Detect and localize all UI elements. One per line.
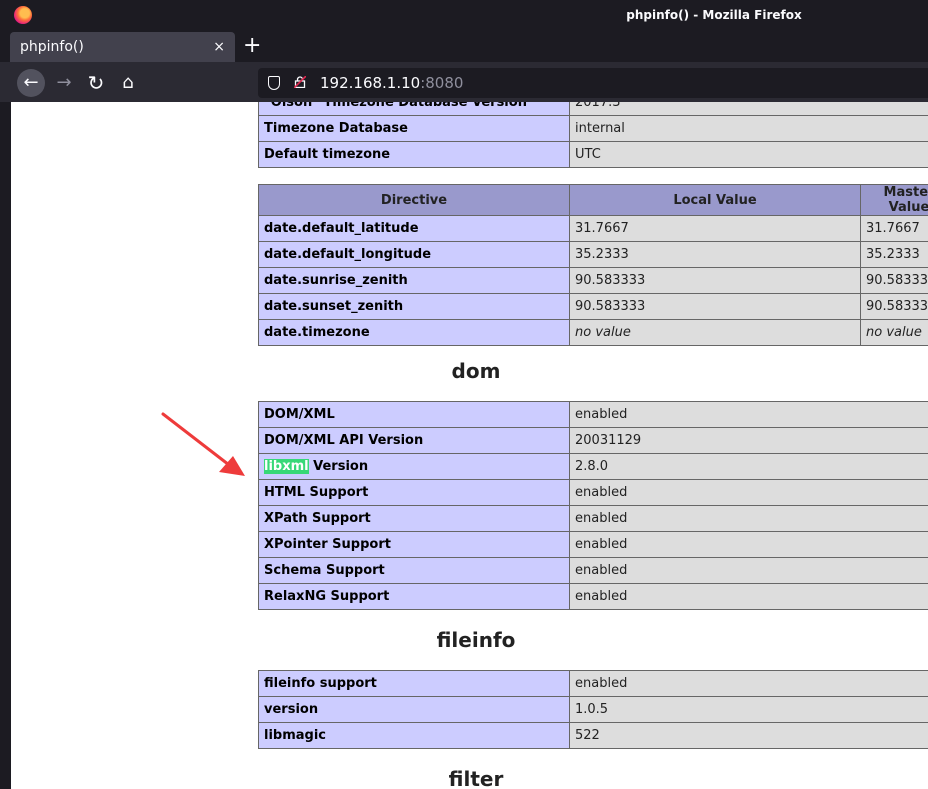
directive-name: date.default_longitude: [258, 241, 570, 268]
date-info-table: "Olson" Timezone Database Version 2017.3 …: [258, 102, 928, 168]
row-value: enabled: [569, 557, 928, 584]
row-key: XPath Support: [258, 505, 570, 532]
row-key: Schema Support: [258, 557, 570, 584]
table-row: date.default_latitude 31.7667 31.7667: [258, 215, 928, 242]
row-value: enabled: [569, 505, 928, 532]
new-tab-button[interactable]: +: [243, 32, 261, 60]
close-icon[interactable]: ×: [213, 32, 225, 62]
directive-name: date.timezone: [258, 319, 570, 346]
local-value: 90.583333: [569, 267, 861, 294]
table-row: libxml Version 2.8.0: [258, 453, 928, 480]
table-row: Schema Support enabled: [258, 557, 928, 584]
master-value: 31.7667: [860, 215, 928, 242]
search-highlight: libxml: [264, 459, 309, 474]
table-row: Timezone Database internal: [258, 115, 928, 142]
table-row: date.default_longitude 35.2333 35.2333: [258, 241, 928, 268]
reload-button[interactable]: ↻: [82, 69, 110, 97]
row-key: "Olson" Timezone Database Version: [258, 102, 570, 116]
row-key: RelaxNG Support: [258, 583, 570, 610]
table-row: DOM/XML API Version 20031129: [258, 427, 928, 454]
insecure-lock-icon[interactable]: [294, 76, 306, 88]
table-row: RelaxNG Support enabled: [258, 583, 928, 610]
row-value: enabled: [569, 479, 928, 506]
tracking-shield-icon[interactable]: [268, 76, 280, 90]
section-heading-fileinfo: fileinfo: [436, 628, 516, 652]
row-value: 522: [569, 722, 928, 749]
row-value: internal: [569, 115, 928, 142]
row-key: HTML Support: [258, 479, 570, 506]
directive-name: date.default_latitude: [258, 215, 570, 242]
red-arrow-annotation: [161, 412, 245, 476]
row-key: Timezone Database: [258, 115, 570, 142]
title-bar: phpinfo() - Mozilla Firefox: [0, 0, 928, 30]
table-row: date.timezone no value no value: [258, 319, 928, 346]
forward-button[interactable]: →: [50, 69, 78, 97]
table-row: HTML Support enabled: [258, 479, 928, 506]
local-value: 90.583333: [569, 293, 861, 320]
directive-name: date.sunset_zenith: [258, 293, 570, 320]
left-sidebar-edge: [0, 102, 11, 789]
section-heading-filter: filter: [448, 767, 504, 789]
column-header: Local Value: [569, 184, 861, 216]
date-directives-table: Directive Local Value Master Value date.…: [258, 184, 928, 346]
row-key: Default timezone: [258, 141, 570, 168]
navigation-toolbar: ← → ↻ ⌂ 192.168.1.10:8080: [0, 62, 928, 102]
section-heading-dom: dom: [451, 359, 501, 383]
row-key: DOM/XML: [258, 401, 570, 428]
row-value: enabled: [569, 583, 928, 610]
directive-name: date.sunrise_zenith: [258, 267, 570, 294]
row-value: UTC: [569, 141, 928, 168]
master-value: 90.583333: [860, 293, 928, 320]
row-value: 2017.3: [569, 102, 928, 116]
local-value: no value: [569, 319, 861, 346]
row-key: fileinfo support: [258, 670, 570, 697]
row-value: 1.0.5: [569, 696, 928, 723]
tab-strip: phpinfo() × +: [0, 30, 928, 62]
local-value: 31.7667: [569, 215, 861, 242]
table-header-row: Directive Local Value Master Value: [258, 184, 928, 216]
home-button[interactable]: ⌂: [114, 69, 142, 97]
url-text: 192.168.1.10:8080: [320, 68, 463, 98]
master-value: 90.583333: [860, 267, 928, 294]
url-port: :8080: [420, 74, 464, 92]
row-key: libmagic: [258, 722, 570, 749]
row-key: XPointer Support: [258, 531, 570, 558]
column-header: Master Value: [860, 184, 928, 216]
fileinfo-table: fileinfo support enabled version 1.0.5 lib…: [258, 670, 928, 749]
local-value: 35.2333: [569, 241, 861, 268]
address-bar[interactable]: 192.168.1.10:8080: [258, 68, 928, 98]
row-value: enabled: [569, 531, 928, 558]
table-row: DOM/XML enabled: [258, 401, 928, 428]
table-row: fileinfo support enabled: [258, 670, 928, 697]
tab-phpinfo[interactable]: phpinfo() ×: [10, 32, 235, 62]
master-value: no value: [860, 319, 928, 346]
table-row: XPath Support enabled: [258, 505, 928, 532]
table-row: date.sunrise_zenith90.58333390.583333: [258, 267, 928, 294]
row-value: enabled: [569, 670, 928, 697]
column-header: Directive: [258, 184, 570, 216]
back-button[interactable]: ←: [17, 69, 45, 97]
row-value: enabled: [569, 401, 928, 428]
master-value: 35.2333: [860, 241, 928, 268]
url-host: 192.168.1.10: [320, 74, 421, 92]
table-row: libmagic 522: [258, 722, 928, 749]
table-row: Default timezone UTC: [258, 141, 928, 168]
tab-title: phpinfo(): [20, 39, 84, 55]
row-value: 20031129: [569, 427, 928, 454]
dom-table: DOM/XML enabled DOM/XML API Version 200311…: [258, 401, 928, 610]
table-row: XPointer Support enabled: [258, 531, 928, 558]
window-title: phpinfo() - Mozilla Firefox: [626, 8, 802, 22]
row-key: version: [258, 696, 570, 723]
row-key-rest: Version: [308, 459, 369, 474]
table-row: version 1.0.5: [258, 696, 928, 723]
table-row: "Olson" Timezone Database Version 2017.3: [258, 102, 928, 116]
table-row: date.sunset_zenith90.58333390.583333: [258, 293, 928, 320]
row-value: 2.8.0: [569, 453, 928, 480]
page-content: "Olson" Timezone Database Version 2017.3 …: [11, 102, 928, 789]
row-key: DOM/XML API Version: [258, 427, 570, 454]
row-key: libxml Version: [258, 453, 570, 480]
